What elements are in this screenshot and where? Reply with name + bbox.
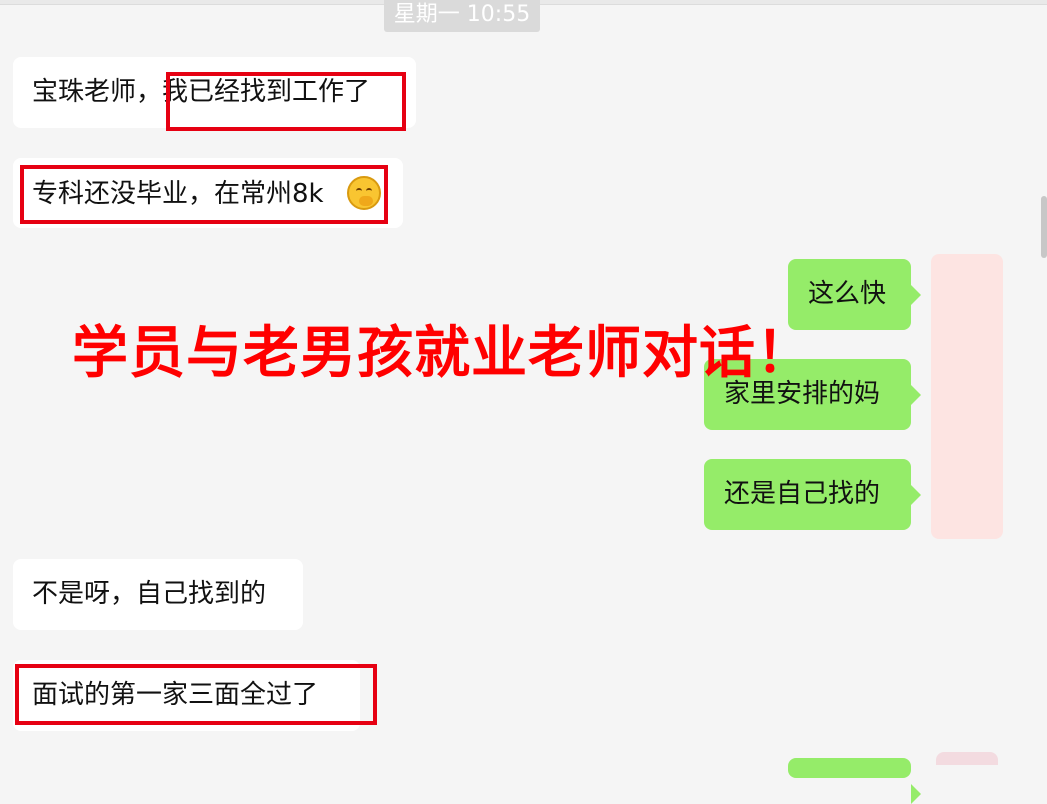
message-bubble-incoming[interactable]: 不是呀，自己找到的 — [13, 559, 303, 630]
message-bubble-outgoing[interactable] — [788, 758, 921, 804]
message-text: 不是呀，自己找到的 — [32, 579, 267, 609]
timestamp: 星期一 10:55 — [384, 0, 540, 32]
message-text: 这么快 — [808, 279, 887, 309]
message-bubble-outgoing[interactable]: 还是自己找的 — [704, 459, 921, 530]
message-text: 还是自己找的 — [724, 479, 881, 509]
avatar[interactable] — [936, 752, 998, 765]
highlight-box — [15, 664, 377, 725]
highlight-box — [166, 72, 406, 131]
scrollbar-thumb[interactable] — [1041, 196, 1047, 258]
highlight-box — [20, 165, 388, 224]
avatar[interactable] — [931, 254, 1003, 539]
overlay-caption: 学员与老男孩就业老师对话！ — [72, 321, 813, 386]
